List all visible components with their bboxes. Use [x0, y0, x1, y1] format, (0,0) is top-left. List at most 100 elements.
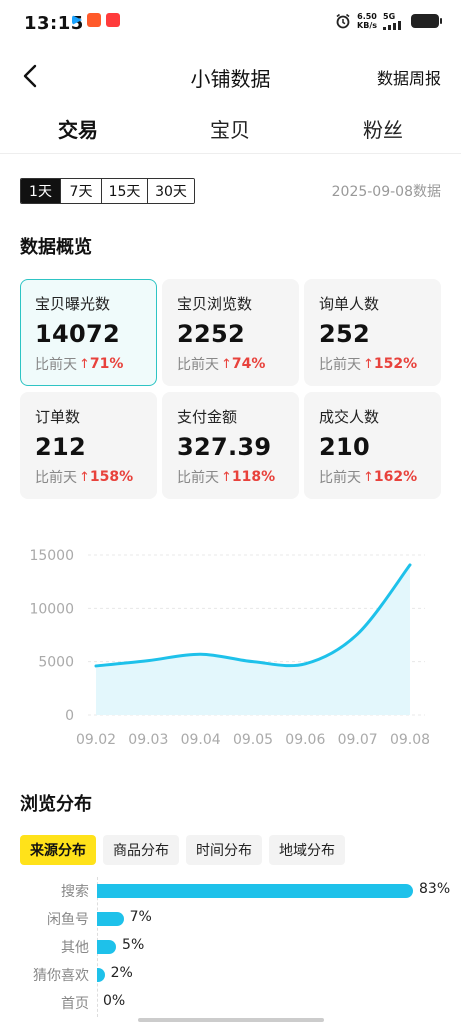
distribution-bar	[97, 912, 124, 926]
nav-bar: 小铺数据 数据周报	[0, 48, 461, 104]
distribution-label: 闲鱼号	[47, 912, 89, 928]
arrow-up-icon: ↑	[221, 356, 232, 372]
distribution-row: 闲鱼号 7%	[0, 909, 461, 929]
x-tick-label: 09.03	[128, 732, 168, 748]
arrow-up-icon: ↑	[363, 356, 374, 372]
distribution-value: 5%	[122, 937, 145, 953]
distribution-row: 首页 0%	[0, 993, 461, 1013]
metric-value: 14072	[35, 320, 120, 348]
metric-value: 327.39	[177, 433, 272, 461]
y-tick-label: 10000	[29, 601, 74, 617]
metric-card-inquiries[interactable]: 询单人数 252 比前天 ↑ 152%	[304, 279, 441, 386]
metric-compare: 比前天 ↑ 158%	[35, 469, 134, 486]
series-area	[96, 564, 410, 715]
distribution-value: 83%	[419, 881, 451, 897]
metric-card-payment[interactable]: 支付金额 327.39 比前天 ↑ 118%	[162, 392, 299, 499]
arrow-up-icon: ↑	[363, 469, 374, 485]
tab-item-distribution[interactable]: 商品分布	[103, 835, 179, 865]
metric-compare: 比前天 ↑ 118%	[177, 469, 276, 486]
arrow-up-icon: ↑	[79, 356, 90, 372]
metric-change: 74%	[231, 356, 266, 372]
distribution-bar-track: 0%	[97, 993, 413, 1010]
x-tick-label: 09.06	[285, 732, 325, 748]
range-15-day-button[interactable]: 15天	[102, 179, 148, 203]
metric-compare: 比前天 ↑ 71%	[35, 356, 124, 373]
metric-card-buyers[interactable]: 成交人数 210 比前天 ↑ 162%	[304, 392, 441, 499]
tab-source-distribution[interactable]: 来源分布	[20, 835, 96, 865]
metric-change: 71%	[89, 356, 124, 372]
metric-change: 158%	[89, 469, 134, 485]
distribution-bar-track: 2%	[97, 965, 413, 982]
metric-label: 宝贝浏览数	[177, 295, 253, 313]
alarm-icon	[336, 13, 350, 29]
distribution-row: 其他 5%	[0, 937, 461, 957]
distribution-label: 其他	[61, 940, 89, 956]
date-range-selector: 1天 7天 15天 30天	[20, 178, 195, 204]
net-speed: 6.50 KB/s	[357, 12, 377, 30]
distribution-value: 2%	[110, 965, 133, 981]
metric-value: 2252	[177, 320, 245, 348]
metric-change: 118%	[231, 469, 276, 485]
metric-label: 成交人数	[319, 408, 380, 426]
metric-label: 订单数	[35, 408, 81, 426]
range-1-day-button[interactable]: 1天	[21, 179, 61, 203]
x-tick-label: 09.07	[338, 732, 378, 748]
metric-label: 询单人数	[319, 295, 380, 313]
source-distribution-chart: 搜索 83% 闲鱼号 7% 其他 5% 猜你喜欢 2% 首页 0%	[0, 877, 461, 1017]
metric-card-views[interactable]: 宝贝浏览数 2252 比前天 ↑ 74%	[162, 279, 299, 386]
main-tabs: 交易 宝贝 粉丝	[0, 108, 461, 154]
metric-value: 212	[35, 433, 86, 461]
tab-items[interactable]: 宝贝	[210, 114, 250, 143]
home-indicator[interactable]	[138, 1018, 324, 1022]
status-bar: 13:15 6.50 KB/s 5G	[0, 0, 461, 48]
x-tick-label: 09.08	[390, 732, 430, 748]
metric-value: 210	[319, 433, 370, 461]
distribution-bar	[97, 968, 105, 982]
distribution-value: 7%	[129, 909, 152, 925]
tab-transactions[interactable]: 交易	[56, 114, 100, 143]
distribution-tabs: 来源分布 商品分布 时间分布 地域分布	[20, 835, 345, 865]
status-app-icons	[72, 13, 120, 27]
metric-card-orders[interactable]: 订单数 212 比前天 ↑ 158%	[20, 392, 157, 499]
metric-compare: 比前天 ↑ 152%	[319, 356, 418, 373]
tab-region-distribution[interactable]: 地域分布	[269, 835, 345, 865]
y-tick-label: 0	[65, 708, 74, 724]
distribution-bar-track: 7%	[97, 909, 413, 926]
distribution-label: 猜你喜欢	[33, 968, 89, 984]
x-tick-label: 09.05	[233, 732, 273, 748]
weekly-report-link[interactable]: 数据周报	[377, 65, 441, 89]
distribution-bar	[97, 940, 117, 954]
app-notification-icon	[72, 15, 82, 25]
arrow-up-icon: ↑	[221, 469, 232, 485]
distribution-label: 搜索	[61, 884, 89, 900]
y-tick-label: 5000	[38, 655, 74, 671]
metric-label: 支付金额	[177, 408, 238, 426]
metric-compare: 比前天 ↑ 74%	[177, 356, 266, 373]
metric-change: 162%	[373, 469, 418, 485]
distribution-bar-track: 5%	[97, 937, 413, 954]
distribution-bar-track: 83%	[97, 881, 450, 898]
app-notification-icon	[106, 13, 120, 27]
overview-cards: 宝贝曝光数 14072 比前天 ↑ 71% 宝贝浏览数 2252 比前天 ↑ 7…	[20, 279, 441, 499]
arrow-up-icon: ↑	[79, 469, 90, 485]
tab-time-distribution[interactable]: 时间分布	[186, 835, 262, 865]
status-indicators: 6.50 KB/s 5G	[335, 12, 442, 30]
range-7-day-button[interactable]: 7天	[61, 179, 102, 203]
range-30-day-button[interactable]: 30天	[148, 179, 194, 203]
metric-card-exposure[interactable]: 宝贝曝光数 14072 比前天 ↑ 71%	[20, 279, 157, 386]
x-tick-label: 09.04	[181, 732, 221, 748]
distribution-row: 搜索 83%	[0, 881, 461, 901]
distribution-bar	[97, 884, 413, 898]
metric-compare: 比前天 ↑ 162%	[319, 469, 418, 486]
app-notification-icon	[87, 13, 101, 27]
distribution-label: 首页	[61, 996, 89, 1012]
metric-change: 152%	[373, 356, 418, 372]
distribution-title: 浏览分布	[20, 794, 92, 815]
x-tick-label: 09.02	[76, 732, 116, 748]
trend-chart: 0 5000 10000 15000 09.02 09.03 09.04 09.05 09.06…	[29, 548, 430, 748]
data-date: 2025-09-08数据	[331, 184, 441, 200]
tab-fans[interactable]: 粉丝	[363, 114, 403, 143]
distribution-value: 0%	[103, 993, 126, 1009]
distribution-row: 猜你喜欢 2%	[0, 965, 461, 985]
signal-icon: 5G	[383, 12, 405, 30]
